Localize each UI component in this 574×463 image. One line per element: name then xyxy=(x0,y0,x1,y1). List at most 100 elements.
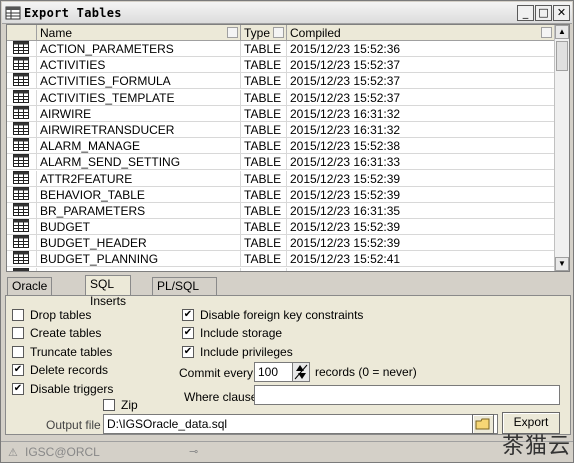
cell-compiled[interactable]: 2015/12/23 15:52:39 xyxy=(287,235,555,252)
cell-type[interactable]: TABLE xyxy=(241,89,287,106)
commit-spinner[interactable] xyxy=(292,362,310,382)
table-row[interactable]: BEHAVIOR_TABLE TABLE 2015/12/23 15:52:39 xyxy=(7,186,555,203)
column-header-compiled[interactable]: Compiled xyxy=(287,25,555,41)
maximize-button[interactable]: □ xyxy=(535,5,552,21)
table-row[interactable]: ALARM_MANAGE TABLE 2015/12/23 15:52:38 xyxy=(7,138,555,155)
cell-type[interactable]: TABLE xyxy=(241,41,287,57)
scroll-down-arrow-icon[interactable]: ▼ xyxy=(555,257,569,271)
cell-compiled[interactable]: 2015/12/23 16:31:32 xyxy=(287,105,555,122)
cell-compiled[interactable]: 2015/12/23 15:52:37 xyxy=(287,57,555,74)
commit-every-input[interactable]: 100 xyxy=(254,362,294,382)
table-icon xyxy=(7,235,37,252)
commit-every-label: Commit every xyxy=(179,366,254,380)
table-row[interactable]: ACTIVITIES_FORMULA TABLE 2015/12/23 15:52:… xyxy=(7,73,555,90)
cell-compiled[interactable]: 2015/12/23 15:52:39 xyxy=(287,186,555,203)
table-row[interactable]: AIRWIRE TABLE 2015/12/23 16:31:32 xyxy=(7,105,555,122)
include-storage-label: Include storage xyxy=(200,326,283,340)
cell-compiled[interactable]: 2015/12/23 15:52:41 xyxy=(287,267,555,271)
table-row[interactable]: AIRWIRETRANSDUCER TABLE 2015/12/23 16:31:3… xyxy=(7,121,555,138)
cell-compiled[interactable]: 2015/12/23 16:31:32 xyxy=(287,121,555,138)
tables-grid[interactable]: Name Type Compiled ACTION_PARAMETERS TABL… xyxy=(6,24,570,272)
cell-name[interactable]: ALARM_MANAGE xyxy=(37,138,241,155)
cell-name[interactable]: BUDGET xyxy=(37,219,241,236)
scroll-up-arrow-icon[interactable]: ▲ xyxy=(555,25,569,39)
checkbox-box[interactable] xyxy=(103,399,115,411)
cell-type[interactable]: TABLE xyxy=(241,235,287,252)
cell-name[interactable]: ALARM_SEND_SETTING xyxy=(37,154,241,171)
minimize-button[interactable]: _ xyxy=(517,5,534,21)
cell-name[interactable]: ACTIVITIES_FORMULA xyxy=(37,73,241,90)
cell-name[interactable]: AIRWIRETRANSDUCER xyxy=(37,121,241,138)
close-button[interactable]: ✕ xyxy=(553,5,570,21)
cell-name[interactable]: ACTIVITIES xyxy=(37,57,241,74)
cell-compiled[interactable]: 2015/12/23 15:52:39 xyxy=(287,219,555,236)
vertical-scrollbar[interactable]: ▲ ▼ xyxy=(554,25,569,271)
cell-type[interactable]: TABLE xyxy=(241,154,287,171)
table-row[interactable]: ACTIVITIES_TEMPLATE TABLE 2015/12/23 15:52… xyxy=(7,89,555,106)
table-row[interactable]: BUDGET_HEADER TABLE 2015/12/23 15:52:39 xyxy=(7,235,555,252)
filter-box-icon[interactable] xyxy=(227,27,238,38)
tab-plsql-developer[interactable]: PL/SQL Developer xyxy=(152,277,217,310)
cell-compiled[interactable]: 2015/12/23 15:52:39 xyxy=(287,170,555,187)
table-row[interactable]: ALARM_SEND_SETTING TABLE 2015/12/23 16:31:… xyxy=(7,154,555,171)
cell-type[interactable]: TABLE xyxy=(241,138,287,155)
cell-name[interactable]: ACTION_PARAMETERS xyxy=(37,41,241,57)
checkbox-box[interactable] xyxy=(12,327,24,339)
cell-type[interactable]: TABLE xyxy=(241,267,287,271)
cell-type[interactable]: TABLE xyxy=(241,121,287,138)
column-header-type[interactable]: Type xyxy=(241,25,287,41)
checkbox-box[interactable]: ✔ xyxy=(12,364,24,376)
cell-type[interactable]: TABLE xyxy=(241,219,287,236)
cell-name[interactable]: AIRWIRE xyxy=(37,105,241,122)
cell-compiled[interactable]: 2015/12/23 16:31:35 xyxy=(287,202,555,219)
browse-folder-button[interactable] xyxy=(472,414,494,434)
checkbox-box[interactable]: ✔ xyxy=(182,309,194,321)
cell-compiled[interactable]: 2015/12/23 15:52:38 xyxy=(287,138,555,155)
title-bar[interactable]: Export Tables _ □ ✕ xyxy=(2,2,572,24)
cell-name[interactable]: ACTIVITIES_TEMPLATE xyxy=(37,89,241,106)
where-clause-input[interactable] xyxy=(254,385,560,405)
app-icon xyxy=(5,6,21,20)
cell-type[interactable]: TABLE xyxy=(241,186,287,203)
checkbox-box[interactable] xyxy=(12,309,24,321)
table-row[interactable]: BUDGET_PLANNING TABLE 2015/12/23 15:52:41 xyxy=(7,251,555,268)
cell-compiled[interactable]: 2015/12/23 15:52:37 xyxy=(287,89,555,106)
checkbox-box[interactable]: ✔ xyxy=(12,383,24,395)
cell-name[interactable]: BR_PARAMETERS xyxy=(37,202,241,219)
table-row[interactable]: BUDGET TABLE 2015/12/23 15:52:39 xyxy=(7,219,555,236)
cell-type[interactable]: TABLE xyxy=(241,57,287,74)
table-row[interactable]: BR_PARAMETERS TABLE 2015/12/23 16:31:35 xyxy=(7,202,555,219)
cell-type[interactable]: TABLE xyxy=(241,202,287,219)
disable-triggers-label: Disable triggers xyxy=(30,382,114,396)
scroll-thumb[interactable] xyxy=(556,41,568,71)
cell-name[interactable]: BUDGET_PLANNING xyxy=(37,251,241,268)
tab-oracle-export[interactable]: Oracle Export xyxy=(7,277,53,310)
tab-sql-inserts[interactable]: SQL Inserts xyxy=(85,275,132,308)
pin-icon[interactable]: ⊸ xyxy=(189,445,198,458)
cell-name[interactable]: BUDGET_HEADER xyxy=(37,235,241,252)
cell-name[interactable]: BUDGET_PRIORITY_DOMAIN xyxy=(37,267,241,271)
checkbox-box[interactable] xyxy=(12,346,24,358)
cell-compiled[interactable]: 2015/12/23 15:52:37 xyxy=(287,73,555,90)
cell-type[interactable]: TABLE xyxy=(241,105,287,122)
cell-name[interactable]: ATTR2FEATURE xyxy=(37,170,241,187)
filter-box-icon[interactable] xyxy=(273,27,284,38)
cell-compiled[interactable]: 2015/12/23 15:52:41 xyxy=(287,251,555,268)
checkbox-box[interactable]: ✔ xyxy=(182,327,194,339)
checkbox-box[interactable]: ✔ xyxy=(182,346,194,358)
cell-compiled[interactable]: 2015/12/23 16:31:33 xyxy=(287,154,555,171)
column-header-name[interactable]: Name xyxy=(37,25,241,41)
cell-type[interactable]: TABLE xyxy=(241,170,287,187)
table-row[interactable]: ACTION_PARAMETERS TABLE 2015/12/23 15:52:3… xyxy=(7,41,555,57)
cell-type[interactable]: TABLE xyxy=(241,251,287,268)
table-row[interactable]: BUDGET_PRIORITY_DOMAINTABLE2015/12/23 15… xyxy=(7,267,555,271)
filter-box-icon[interactable] xyxy=(541,27,552,38)
cell-name[interactable]: BEHAVIOR_TABLE xyxy=(37,186,241,203)
table-row[interactable]: ATTR2FEATURE TABLE 2015/12/23 15:52:39 xyxy=(7,170,555,187)
cell-type[interactable]: TABLE xyxy=(241,73,287,90)
table-icon xyxy=(7,41,37,57)
table-row[interactable]: ACTIVITIES TABLE 2015/12/23 15:52:37 xyxy=(7,57,555,74)
spin-arrows-icon[interactable] xyxy=(293,363,309,381)
output-file-input[interactable]: D:\IGSOracle_data.sql xyxy=(103,414,498,434)
cell-compiled[interactable]: 2015/12/23 15:52:36 xyxy=(287,41,555,57)
